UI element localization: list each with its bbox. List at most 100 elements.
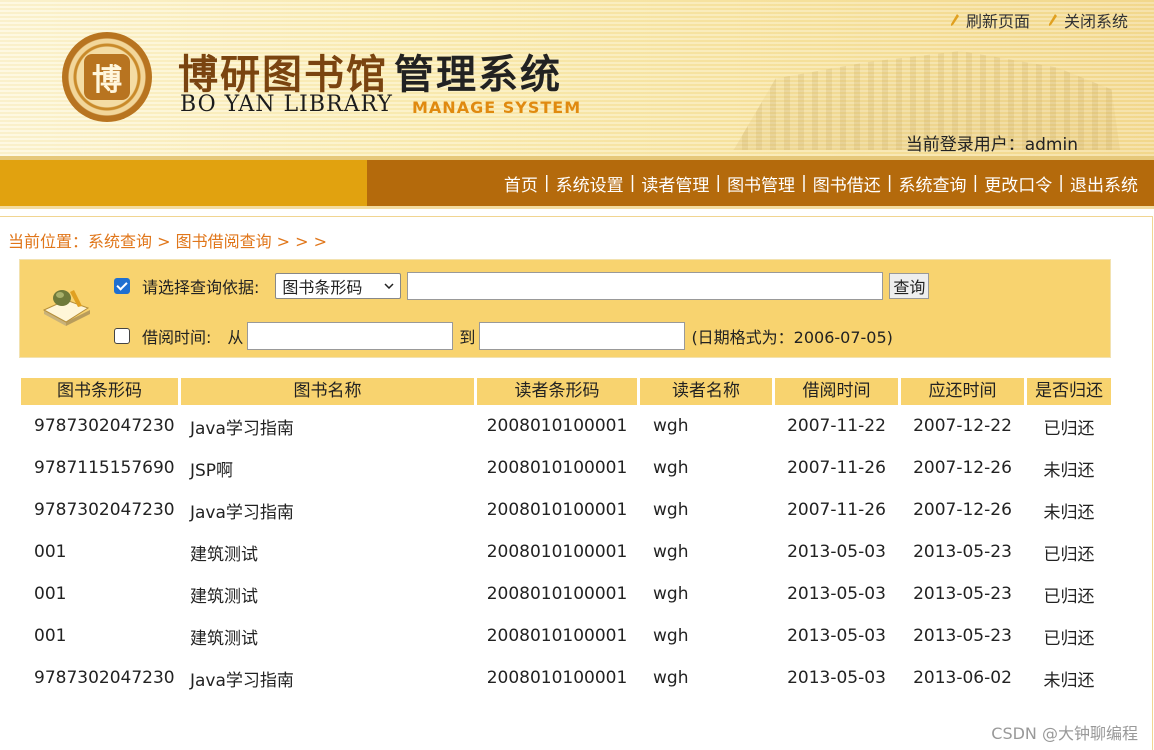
header-banner: 博 博研图书馆 管理系统 BO YAN LIBRARY MANAGE SYSTEM…	[0, 0, 1154, 160]
col-book-name: 图书名称	[181, 378, 474, 405]
table-body: 9787302047230 Java学习指南 2008010100001 wgh…	[21, 405, 1111, 699]
date-from-input[interactable]	[247, 322, 454, 350]
cell-borrow-time: 2013-05-03	[787, 542, 886, 562]
cell-book-name: JSP啊	[190, 460, 234, 481]
query-time-row: 借阅时间: 从 到 (日期格式为：2006-07-05)	[114, 322, 893, 350]
cell-book-name: 建筑测试	[190, 544, 258, 565]
basis-select[interactable]: 图书条形码	[275, 273, 402, 299]
nav-book-management[interactable]: 图书管理	[727, 171, 795, 196]
close-system-link[interactable]: 关闭系统	[1048, 8, 1128, 32]
chevron-down-icon	[384, 283, 394, 289]
refresh-link[interactable]: 刷新页面	[950, 8, 1030, 32]
current-user: 当前登录用户：admin	[905, 135, 1078, 155]
cell-book-name: Java学习指南	[190, 670, 294, 691]
cell-reader-barcode: 2008010100001	[486, 626, 628, 646]
query-panel: 请选择查询依据: 图书条形码 查询 借阅时间: 从 到 (日期格式为：2006-…	[19, 259, 1111, 358]
keyword-input[interactable]	[407, 272, 884, 300]
cell-borrow-time: 2013-05-03	[787, 626, 886, 646]
cell-borrow-time: 2013-05-03	[787, 668, 886, 688]
nav-separator: |	[715, 173, 722, 193]
date-format-hint: (日期格式为：2006-07-05)	[691, 328, 893, 347]
table-row: 001 建筑测试 2008010100001 wgh 2013-05-03 20…	[21, 531, 1111, 573]
cell-book-barcode: 001	[34, 626, 67, 646]
nav-home[interactable]: 首页	[504, 171, 538, 196]
basis-label: 请选择查询依据:	[142, 278, 260, 297]
nav-change-password[interactable]: 更改口令	[984, 171, 1052, 196]
to-label: 到	[459, 328, 476, 347]
nav-reader-management[interactable]: 读者管理	[641, 171, 709, 196]
cell-returned: 未归还	[1043, 502, 1095, 523]
nav-system-query[interactable]: 系统查询	[899, 171, 967, 196]
cell-due-time: 2013-05-23	[913, 584, 1012, 604]
nav-underline	[0, 206, 1154, 209]
cell-returned: 未归还	[1043, 460, 1095, 481]
cell-book-barcode: 9787302047230	[34, 668, 175, 688]
pen-icon	[1048, 14, 1057, 26]
col-book-barcode: 图书条形码	[21, 378, 178, 405]
cell-borrow-time: 2013-05-03	[787, 584, 886, 604]
basis-checkbox[interactable]	[114, 278, 130, 294]
table-row: 9787302047230 Java学习指南 2008010100001 wgh…	[21, 405, 1111, 447]
cell-borrow-time: 2007-11-26	[787, 458, 886, 478]
cell-book-name: 建筑测试	[190, 628, 258, 649]
table-row: 9787115157690 JSP啊 2008010100001 wgh 200…	[21, 447, 1111, 489]
query-basis-row: 请选择查询依据: 图书条形码 查询	[114, 272, 930, 300]
cell-returned: 已归还	[1043, 544, 1095, 565]
refresh-link-label: 刷新页面	[965, 12, 1030, 31]
cell-returned: 已归还	[1043, 418, 1095, 439]
nav-separator: |	[972, 173, 979, 193]
logo-title-en: BO YAN LIBRARY	[180, 92, 393, 117]
cell-borrow-time: 2007-11-22	[787, 416, 886, 436]
nav-separator: |	[886, 173, 893, 193]
logo-subtitle-en: MANAGE SYSTEM	[412, 98, 582, 117]
cell-book-name: Java学习指南	[190, 502, 294, 523]
cell-reader-name: wgh	[653, 458, 689, 478]
main-nav: 首页 | 系统设置 | 读者管理 | 图书管理 | 图书借还 | 系统查询 | …	[0, 160, 1154, 206]
nav-separator: |	[629, 173, 636, 193]
nav-system-settings[interactable]: 系统设置	[556, 171, 624, 196]
cell-book-barcode: 9787302047230	[34, 416, 175, 436]
logo-title-system: 管理系统	[394, 52, 562, 98]
col-reader-name: 读者名称	[640, 378, 772, 405]
cell-reader-barcode: 2008010100001	[486, 500, 628, 520]
cell-reader-barcode: 2008010100001	[486, 542, 628, 562]
col-due-time: 应还时间	[901, 378, 1024, 405]
cell-book-name: Java学习指南	[190, 418, 294, 439]
col-borrow-time: 借阅时间	[775, 378, 898, 405]
cell-book-barcode: 001	[34, 542, 67, 562]
cell-returned: 未归还	[1043, 670, 1095, 691]
time-checkbox[interactable]	[114, 328, 130, 344]
table-row: 9787302047230 Java学习指南 2008010100001 wgh…	[21, 489, 1111, 531]
time-label: 借阅时间:	[142, 328, 212, 347]
nav-logout[interactable]: 退出系统	[1070, 171, 1138, 196]
breadcrumb: 当前位置：系统查询 > 图书借阅查询 > > >	[8, 232, 328, 251]
date-to-input[interactable]	[479, 322, 686, 350]
cell-book-name: 建筑测试	[190, 586, 258, 607]
csdn-watermark: CSDN @大钟聊编程	[991, 724, 1138, 743]
col-reader-barcode: 读者条形码	[477, 378, 637, 405]
cell-due-time: 2013-05-23	[913, 626, 1012, 646]
cell-reader-name: wgh	[653, 542, 689, 562]
cell-returned: 已归还	[1043, 586, 1095, 607]
from-label: 从	[227, 328, 244, 347]
search-button[interactable]: 查询	[889, 273, 930, 299]
borrow-records-table: 图书条形码 图书名称 读者条形码 读者名称 借阅时间 应还时间 是否归还 978…	[21, 378, 1111, 699]
basis-select-value: 图书条形码	[282, 278, 363, 297]
cell-reader-name: wgh	[653, 416, 689, 436]
cell-due-time: 2013-05-23	[913, 542, 1012, 562]
cell-reader-barcode: 2008010100001	[486, 584, 628, 604]
cell-reader-name: wgh	[653, 500, 689, 520]
library-seal-logo: 博	[62, 32, 152, 122]
cell-reader-name: wgh	[653, 668, 689, 688]
cell-reader-barcode: 2008010100001	[486, 416, 628, 436]
cell-book-barcode: 001	[34, 584, 67, 604]
nav-separator: |	[1058, 173, 1064, 193]
cell-due-time: 2007-12-26	[913, 458, 1012, 478]
seal-char: 博	[84, 54, 130, 100]
cell-reader-name: wgh	[653, 626, 689, 646]
cell-borrow-time: 2007-11-26	[787, 500, 886, 520]
cell-returned: 已归还	[1043, 628, 1095, 649]
nav-separator: |	[801, 173, 807, 193]
logo-title-library: 博研图书馆	[178, 51, 388, 98]
nav-book-borrow-return[interactable]: 图书借还	[813, 171, 881, 196]
